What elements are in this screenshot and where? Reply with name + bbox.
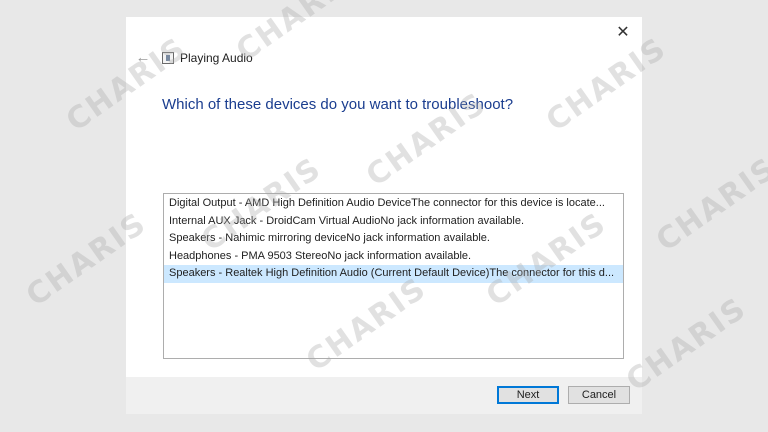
cancel-button[interactable]: Cancel xyxy=(568,386,630,404)
back-arrow-icon[interactable]: ← xyxy=(134,49,152,67)
close-icon[interactable]: ✕ xyxy=(610,21,636,43)
device-list-item[interactable]: Digital Output - AMD High Definition Aud… xyxy=(164,195,623,213)
next-button[interactable]: Next xyxy=(497,386,559,404)
troubleshooter-dialog: ✕ ← Playing Audio Which of these devices… xyxy=(126,17,642,414)
audio-troubleshooter-icon xyxy=(162,52,174,64)
device-list-item[interactable]: Internal AUX Jack - DroidCam Virtual Aud… xyxy=(164,213,623,231)
page-heading: Which of these devices do you want to tr… xyxy=(162,96,514,113)
watermark-text: CHARIS xyxy=(650,150,768,259)
dialog-footer xyxy=(126,377,642,414)
device-listbox[interactable]: Digital Output - AMD High Definition Aud… xyxy=(163,193,624,359)
device-list-item[interactable]: Speakers - Nahimic mirroring deviceNo ja… xyxy=(164,230,623,248)
device-list-item[interactable]: Headphones - PMA 9503 StereoNo jack info… xyxy=(164,248,623,266)
window-title: Playing Audio xyxy=(180,51,253,65)
device-list-item-selected[interactable]: Speakers - Realtek High Definition Audio… xyxy=(164,265,623,283)
